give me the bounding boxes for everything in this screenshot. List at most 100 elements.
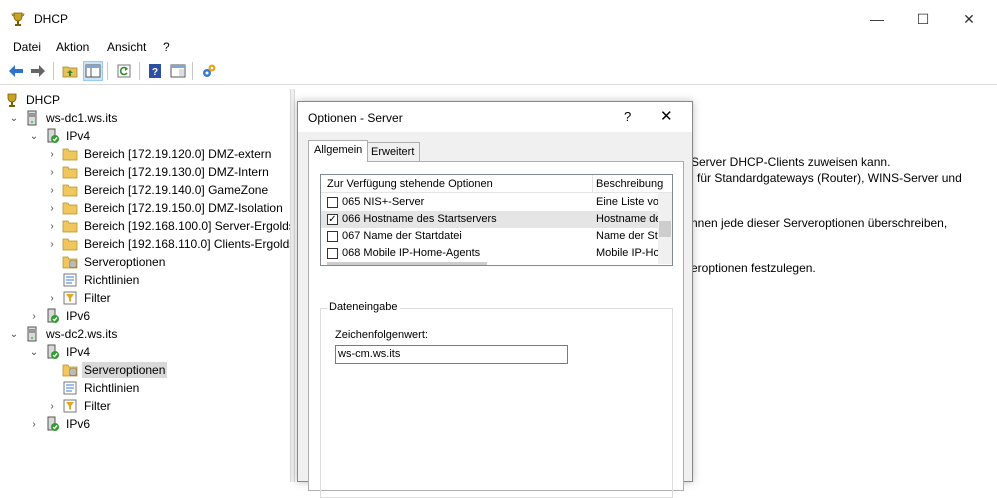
scroll-thumb[interactable]: [659, 221, 671, 237]
tab-panel-allgemein: Zur Verfügung stehende Optionen Beschrei…: [308, 161, 684, 498]
minimize-button[interactable]: —: [854, 0, 900, 38]
maximize-button[interactable]: ☐: [900, 0, 946, 38]
collapse-icon[interactable]: ⌄: [8, 113, 20, 124]
list-item[interactable]: ✓ 066 Hostname des Startservers Hostname…: [321, 211, 658, 228]
option-checkbox[interactable]: [327, 231, 338, 242]
folder-icon: [62, 238, 78, 251]
option-checkbox-checked[interactable]: ✓: [327, 214, 338, 225]
filter-icon: [63, 291, 77, 305]
list-item[interactable]: 065 NIS+-Server Eine Liste vo: [321, 194, 658, 211]
dialog-title-bar: Optionen - Server ? ✕: [298, 102, 692, 132]
tree-scope-item[interactable]: › Bereich [192.168.110.0] Clients-Ergold…: [46, 235, 290, 253]
list-item[interactable]: 067 Name der Startdatei Name der Sta: [321, 228, 658, 245]
tree-ipv6-dc2[interactable]: › IPv6: [28, 415, 92, 433]
up-folder-button[interactable]: [60, 61, 80, 81]
network-gear-icon: [203, 64, 216, 77]
folder-icon: [62, 202, 78, 215]
expand-icon[interactable]: ›: [28, 419, 40, 430]
dialog-close-button[interactable]: ✕: [660, 107, 673, 125]
tree-scope-item[interactable]: › Bereich [172.19.120.0] DMZ-extern: [46, 145, 273, 163]
option-checkbox[interactable]: [327, 248, 338, 259]
expand-icon[interactable]: ›: [46, 167, 58, 178]
close-button[interactable]: ✕: [946, 0, 992, 38]
forward-button[interactable]: [28, 61, 48, 81]
tree-scope-item[interactable]: › Bereich [172.19.130.0] DMZ-Intern: [46, 163, 271, 181]
policy-icon: [63, 273, 77, 287]
folder-icon: [62, 220, 78, 233]
tab-allgemein[interactable]: Allgemein: [308, 140, 369, 162]
ipv6-icon: [47, 416, 59, 431]
dialog-help-button[interactable]: ?: [624, 109, 631, 124]
tree-server-ws-dc1[interactable]: ⌄ ws-dc1.ws.its: [8, 109, 119, 127]
menu-datei[interactable]: Datei: [13, 40, 41, 54]
expand-icon[interactable]: ›: [28, 311, 40, 322]
filter-icon: [63, 399, 77, 413]
tree-serveroptionen-dc1[interactable]: Serveroptionen: [46, 253, 167, 271]
expand-icon[interactable]: ›: [46, 185, 58, 196]
help-button[interactable]: ?: [145, 61, 165, 81]
show-hide-tree-button[interactable]: [83, 61, 103, 81]
expand-icon[interactable]: ›: [46, 149, 58, 160]
collapse-icon[interactable]: ⌄: [28, 131, 40, 142]
back-button[interactable]: [6, 61, 26, 81]
help-book-icon: ?: [149, 64, 161, 78]
column-header-description[interactable]: Beschreibung: [596, 178, 663, 190]
window-pane-icon: [170, 64, 186, 78]
dhcp-trophy-icon: [11, 12, 25, 26]
string-value-input[interactable]: ws-cm.ws.its: [335, 345, 568, 364]
list-horizontal-scrollbar[interactable]: [327, 262, 487, 265]
list-header: Zur Verfügung stehende Optionen Beschrei…: [321, 175, 672, 193]
server-icon: [27, 110, 37, 126]
title-bar: DHCP — ☐ ✕: [0, 0, 997, 38]
tree-ipv4-dc2[interactable]: ⌄ IPv4: [28, 343, 92, 361]
tree-serveroptionen-dc2[interactable]: Serveroptionen: [46, 361, 168, 379]
tree-ipv6-dc1[interactable]: › IPv6: [28, 307, 92, 325]
refresh-icon: [117, 64, 131, 78]
menu-bar: Datei Aktion Ansicht ?: [0, 38, 997, 58]
back-arrow-icon: [9, 65, 23, 77]
tree-ipv4-dc1[interactable]: ⌄ IPv4: [28, 127, 92, 145]
dialog-title: Optionen - Server: [308, 111, 403, 125]
details-text-line: Server DHCP-Clients zuweisen kann.: [691, 155, 891, 169]
options-list[interactable]: Zur Verfügung stehende Optionen Beschrei…: [320, 174, 673, 266]
tab-erweitert[interactable]: Erweitert: [365, 142, 421, 162]
properties-view-button[interactable]: [168, 61, 188, 81]
refresh-button[interactable]: [114, 61, 134, 81]
expand-icon[interactable]: ›: [46, 203, 58, 214]
window-title: DHCP: [34, 12, 69, 26]
svg-text:?: ?: [152, 67, 158, 78]
expand-icon[interactable]: ›: [46, 239, 58, 250]
option-checkbox[interactable]: [327, 197, 338, 208]
policy-icon: [63, 381, 77, 395]
expand-icon[interactable]: ›: [46, 293, 58, 304]
menu-help[interactable]: ?: [163, 40, 170, 54]
console-tree-icon: [85, 64, 101, 78]
tree-server-ws-dc2[interactable]: ⌄ ws-dc2.ws.its: [8, 325, 119, 343]
list-vertical-scrollbar[interactable]: [658, 193, 672, 264]
tree-scope-item[interactable]: › Bereich [172.19.140.0] GameZone: [46, 181, 270, 199]
tree-richtlinien-dc2[interactable]: Richtlinien: [46, 379, 141, 397]
tree-scope-item[interactable]: › Bereich [172.19.150.0] DMZ-Isolation: [46, 199, 285, 217]
tree-richtlinien-dc1[interactable]: Richtlinien: [46, 271, 141, 289]
console-tree: DHCP ⌄ ws-dc1.ws.its ⌄ IPv4 › Bereich [1…: [0, 89, 290, 482]
dhcp-action-button[interactable]: [199, 61, 219, 81]
tree-scope-item[interactable]: › Bereich [192.168.100.0] Server-Ergolds…: [46, 217, 290, 235]
scroll-thumb[interactable]: [327, 262, 487, 265]
collapse-icon[interactable]: ⌄: [8, 329, 20, 340]
folder-icon: [62, 148, 78, 161]
data-entry-group: Dateneingabe Zeichenfolgenwert: ws-cm.ws…: [320, 301, 673, 498]
forward-arrow-icon: [31, 65, 45, 77]
details-text-line: für Standardgateways (Router), WINS-Serv…: [697, 171, 962, 185]
tree-root-dhcp[interactable]: DHCP: [4, 91, 62, 109]
menu-aktion[interactable]: Aktion: [56, 40, 89, 54]
folder-icon: [62, 166, 78, 179]
details-text-line: nnen jede dieser Serveroptionen überschr…: [691, 216, 948, 230]
expand-icon[interactable]: ›: [46, 401, 58, 412]
tree-filter-dc1[interactable]: › Filter: [46, 289, 113, 307]
tree-filter-dc2[interactable]: › Filter: [46, 397, 113, 415]
collapse-icon[interactable]: ⌄: [28, 347, 40, 358]
list-item[interactable]: 068 Mobile IP-Home-Agents Mobile IP-Ho: [321, 245, 658, 262]
menu-ansicht[interactable]: Ansicht: [107, 40, 146, 54]
column-header-options[interactable]: Zur Verfügung stehende Optionen: [327, 178, 493, 190]
expand-icon[interactable]: ›: [46, 221, 58, 232]
